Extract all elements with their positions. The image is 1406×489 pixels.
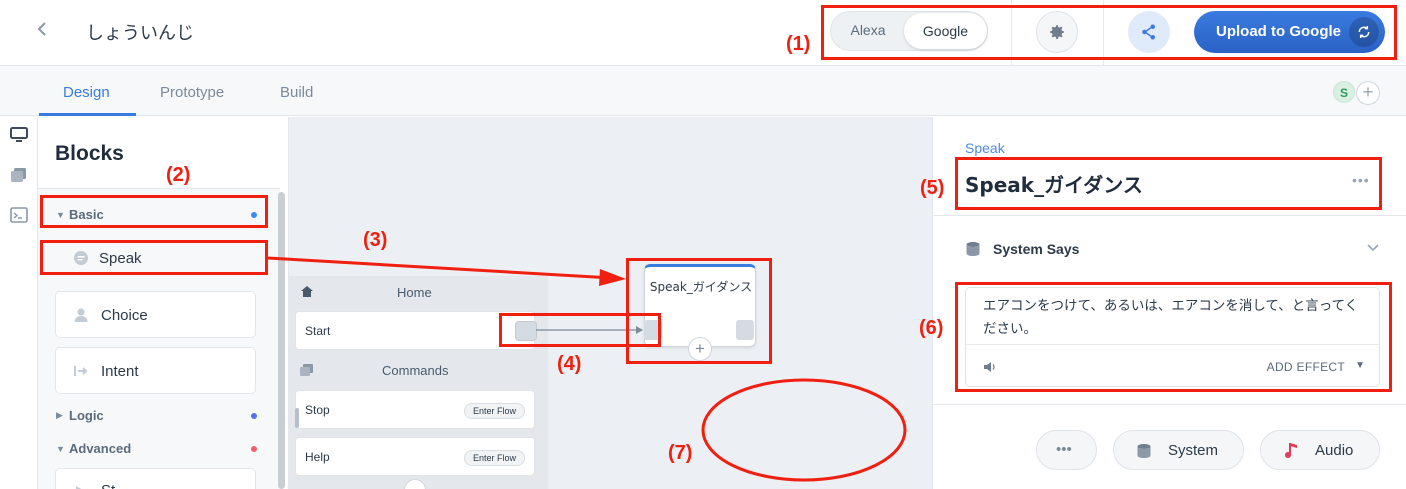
annotation-box-4 [499,313,661,347]
start-label: Start [305,324,331,338]
system-button-label: System [1168,442,1219,459]
annotation-label-4: (4) [557,353,582,375]
active-tab-indicator [39,113,136,116]
system-button[interactable]: System [1113,430,1244,470]
audio-button-label: Audio [1315,442,1354,459]
annotation-box-speak [40,240,268,275]
user-icon [73,307,89,323]
enter-flow-button[interactable]: Enter Flow [463,450,525,466]
annotation-label-5: (5) [920,177,945,199]
audio-button[interactable]: Audio [1260,430,1380,470]
blocks-title: Blocks [55,142,124,165]
command-row-help[interactable]: Help Enter Flow [295,437,535,476]
chevron-down-icon[interactable] [1367,240,1379,255]
blocks-scrollbar[interactable] [278,192,285,489]
more-options-button[interactable]: ••• [1036,430,1097,470]
block-choice[interactable]: Choice [55,291,256,338]
row-handle [295,408,299,428]
arrow-in-icon [73,363,89,379]
editor-block-type: Speak [965,140,1005,156]
commands-label: Commands [382,363,449,378]
annotation-label-1: (1) [786,33,811,55]
annotation-arrow-3 [267,256,626,286]
tab-design[interactable]: Design [63,84,110,101]
database-icon [1136,443,1152,463]
command-stop-label: Stop [305,403,330,417]
annotation-box-1 [821,5,1397,60]
annotation-box-5 [955,157,1382,210]
system-says-label[interactable]: System Says [993,241,1079,257]
project-title: しょういんじ [86,23,194,44]
divider [932,215,1406,216]
code-window-icon[interactable] [10,207,28,223]
library-icon[interactable] [10,167,28,183]
monitor-icon[interactable] [10,127,28,143]
database-icon [965,241,981,262]
block-choice-label: Choice [101,307,148,324]
annotation-ellipse-7 [701,378,907,482]
section-dot [251,413,257,419]
block-intent[interactable]: Intent [55,347,256,394]
caret-down-icon: ▼ [56,444,65,454]
command-row-stop[interactable]: Stop Enter Flow [295,390,535,429]
music-note-icon [1285,442,1299,463]
command-help-label: Help [305,450,330,464]
add-collaborator-button[interactable]: + [1356,81,1380,105]
tab-build[interactable]: Build [280,84,313,101]
annotation-label-3: (3) [363,229,388,251]
annotation-label-2: (2) [166,164,191,186]
more-label: ••• [1056,441,1072,458]
annotation-label-6: (6) [919,317,944,339]
tab-prototype[interactable]: Prototype [160,84,224,101]
section-logic[interactable]: Logic [69,408,104,423]
block-intent-label: Intent [101,363,139,380]
section-advanced[interactable]: Advanced [69,441,131,456]
advanced-block-icon [73,481,89,489]
annotation-box-6 [955,282,1392,392]
commands-icon [300,364,314,382]
divider [932,404,1406,405]
annotation-label-7: (7) [668,442,693,464]
caret-right-icon: ▶ [56,410,63,420]
section-dot [251,446,257,452]
annotation-box-2 [40,195,268,228]
enter-flow-button[interactable]: Enter Flow [463,403,525,419]
block-advanced-label: St [101,482,115,489]
collaborator-avatar[interactable]: S [1333,81,1355,103]
block-advanced-partial[interactable]: St [55,468,256,489]
annotation-box-node [626,258,772,364]
back-icon[interactable] [36,19,48,45]
